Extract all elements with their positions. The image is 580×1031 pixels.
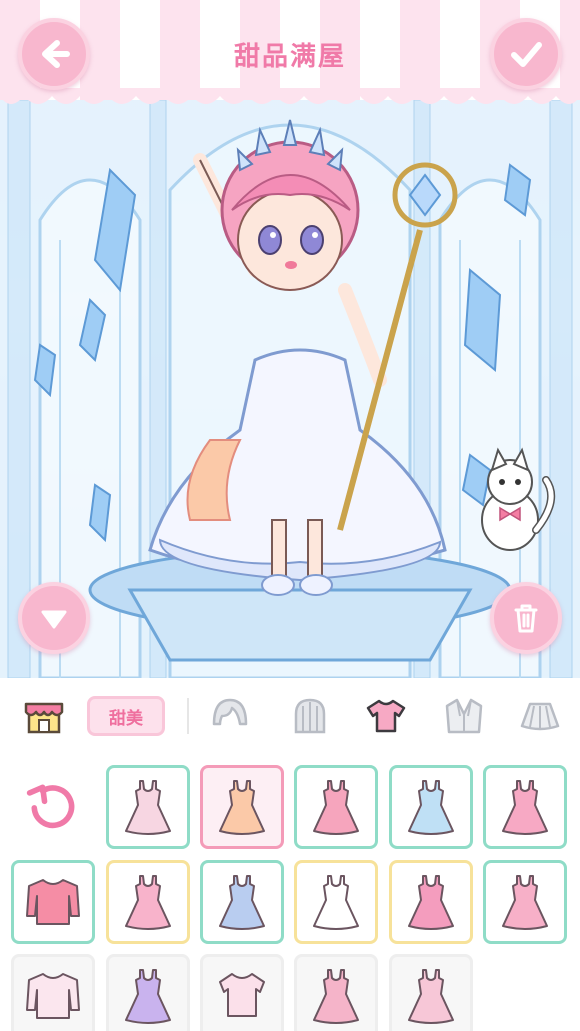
clothing-item[interactable] [106,765,190,849]
dress-icon [125,780,171,835]
dress-icon [219,875,265,930]
awning-scallop [0,88,580,104]
dress-icon [313,969,359,1024]
skirt-icon [520,702,560,731]
dress-icon [125,969,171,1024]
back-button[interactable] [18,18,90,90]
sweater-icon [26,879,80,925]
clothing-item[interactable] [200,954,284,1031]
category-shop[interactable] [22,694,66,738]
shop-icon [24,702,64,734]
dress-icon [313,780,359,835]
dress-icon [408,875,454,930]
top-icon [219,973,265,1017]
category-top[interactable] [364,694,408,738]
triangle-down-icon [41,610,67,629]
style-tag[interactable]: 甜美 [87,696,165,736]
clothing-item[interactable] [200,765,284,849]
dress-icon [125,875,171,930]
category-hair-front[interactable] [208,694,252,738]
category-hair-back[interactable] [288,694,332,738]
item-grid [0,754,580,1031]
arrow-left-icon [42,40,70,68]
hair-bangs-icon [212,698,248,726]
clothing-item[interactable] [106,954,190,1031]
dress-icon [313,875,359,930]
dress-icon [502,780,548,835]
character-scene [0,100,580,678]
trash-icon [514,604,538,633]
hair-back-icon [294,698,326,734]
clothing-item[interactable] [389,954,473,1031]
dress-icon [219,780,265,835]
clothing-item[interactable] [11,860,95,944]
tshirt-icon [366,699,406,733]
dress-icon [408,969,454,1024]
check-icon [511,42,542,67]
category-coat[interactable] [442,694,486,738]
clothing-item[interactable] [11,954,95,1031]
dress-icon [502,875,548,930]
clothing-item[interactable] [294,860,378,944]
clothing-item[interactable] [483,765,567,849]
category-skirt[interactable] [518,694,562,738]
coat-icon [445,698,483,734]
reset-button[interactable] [22,776,82,836]
clothing-item[interactable] [483,860,567,944]
delete-button[interactable] [490,582,562,654]
category-divider [187,698,189,734]
sweater-icon [26,973,80,1019]
clothing-item[interactable] [294,954,378,1031]
clothing-item[interactable] [200,860,284,944]
reset-icon [26,784,75,829]
confirm-button[interactable] [490,18,562,90]
clothing-item[interactable] [389,860,473,944]
dressup-stage: 甜品满屋 [0,0,580,678]
clothing-item[interactable] [389,765,473,849]
category-bar: 甜美 [0,678,580,754]
collapse-button[interactable] [18,582,90,654]
dress-icon [408,780,454,835]
clothing-item[interactable] [106,860,190,944]
clothing-item[interactable] [294,765,378,849]
